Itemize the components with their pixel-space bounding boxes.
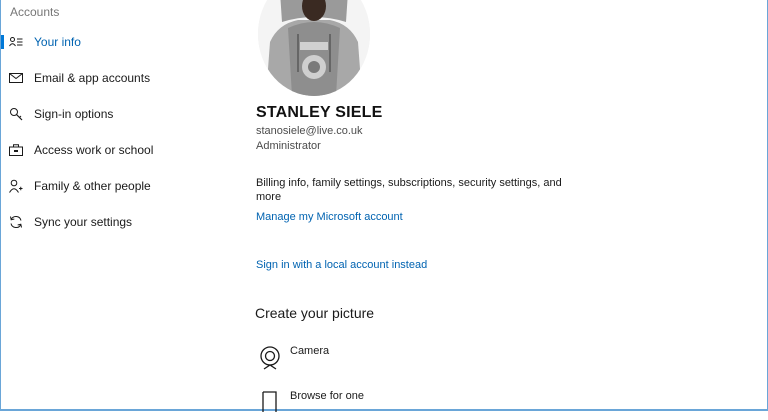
person-plus-icon (9, 179, 23, 193)
browse-option-label: Browse for one (290, 390, 364, 402)
main-content: STANLEY SIELE stanosiele@live.co.uk Admi… (240, 0, 760, 412)
sidebar-item-label: Email & app accounts (34, 71, 151, 85)
sidebar-item-your-info[interactable]: Your info (0, 27, 235, 57)
user-name: STANLEY SIELE (256, 104, 383, 121)
local-account-link[interactable]: Sign in with a local account instead (256, 259, 427, 271)
create-picture-heading: Create your picture (255, 305, 375, 321)
sidebar-item-family[interactable]: Family & other people (0, 171, 235, 201)
user-email: stanosiele@live.co.uk (256, 125, 363, 137)
profile-avatar (258, 0, 370, 96)
manage-account-link[interactable]: Manage my Microsoft account (256, 211, 403, 223)
camera-icon (258, 345, 282, 370)
billing-description: Billing info, family settings, subscript… (256, 177, 562, 203)
browse-option[interactable]: Browse for one (258, 390, 458, 420)
sidebar: Accounts Your info Email & app accounts (0, 0, 240, 411)
sidebar-item-label: Your info (34, 35, 81, 49)
sidebar-item-label: Sync your settings (34, 215, 133, 229)
user-card-icon (9, 35, 23, 49)
mail-icon (9, 71, 23, 85)
key-icon (9, 107, 23, 121)
sidebar-item-label: Family & other people (34, 179, 151, 193)
sidebar-item-label: Sign-in options (34, 107, 114, 121)
browse-icon (258, 390, 282, 414)
user-role: Administrator (256, 140, 321, 152)
sidebar-item-sign-in-options[interactable]: Sign-in options (0, 99, 235, 129)
camera-option-label: Camera (290, 345, 330, 357)
camera-option[interactable]: Camera (258, 345, 458, 375)
active-indicator (1, 35, 4, 49)
sidebar-item-sync-settings[interactable]: Sync your settings (0, 207, 235, 237)
sidebar-item-email-accounts[interactable]: Email & app accounts (0, 63, 235, 93)
sidebar-item-access-work[interactable]: Access work or school (0, 135, 235, 165)
briefcase-icon (9, 143, 23, 157)
sidebar-section-title: Accounts (10, 5, 60, 19)
avatar-photo (258, 0, 370, 96)
sync-icon (9, 215, 23, 229)
sidebar-item-label: Access work or school (34, 143, 154, 157)
